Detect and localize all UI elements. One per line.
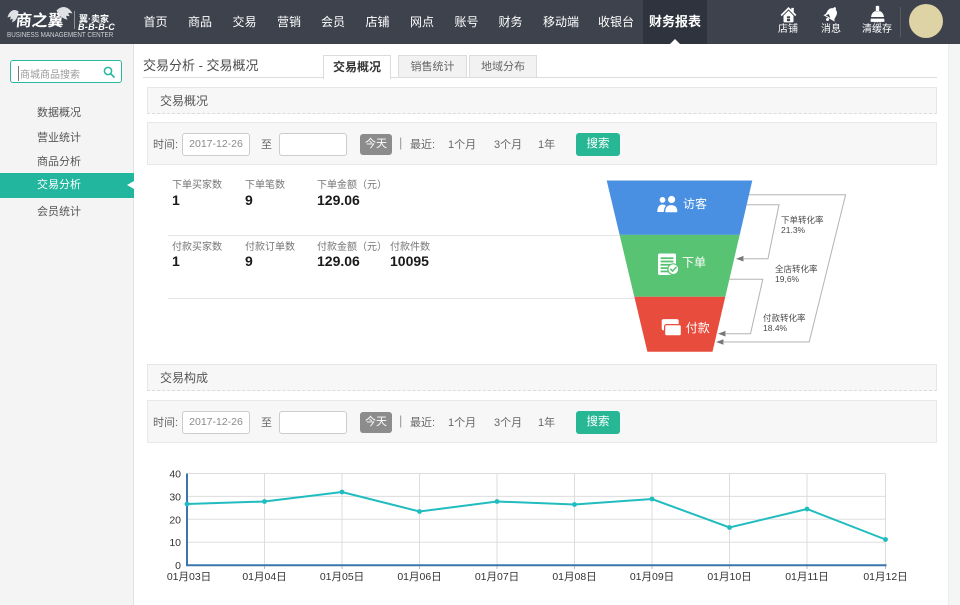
svg-text:01月06日: 01月06日 — [397, 571, 441, 583]
svg-text:付款: 付款 — [686, 321, 710, 335]
svg-text:访客: 访客 — [683, 196, 707, 211]
svg-text:20: 20 — [169, 514, 181, 526]
svg-text:01月10日: 01月10日 — [707, 571, 751, 583]
svg-text:01月09日: 01月09日 — [630, 571, 674, 583]
svg-text:10: 10 — [169, 537, 181, 549]
svg-text:01月12日: 01月12日 — [863, 571, 907, 583]
svg-text:30: 30 — [169, 491, 181, 503]
svg-text:01月08日: 01月08日 — [552, 571, 596, 583]
svg-text:40: 40 — [169, 469, 181, 481]
svg-text:01月11日: 01月11日 — [785, 571, 829, 583]
svg-text:下单: 下单 — [682, 256, 706, 270]
svg-text:01月05日: 01月05日 — [320, 571, 364, 583]
svg-text:01月07日: 01月07日 — [475, 571, 519, 583]
svg-text:01月03日: 01月03日 — [167, 571, 211, 583]
svg-text:01月04日: 01月04日 — [242, 571, 286, 583]
